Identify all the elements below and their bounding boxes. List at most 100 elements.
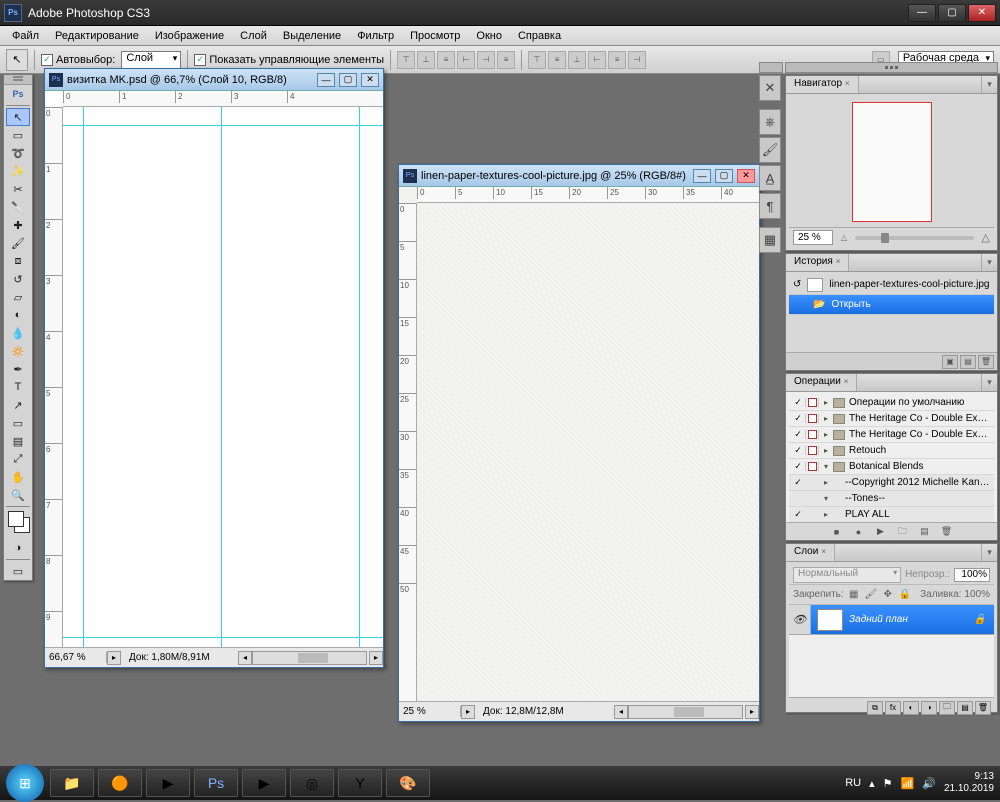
collapsed-panel-icon[interactable]: ⎈ — [759, 109, 781, 135]
distribute-icon[interactable]: ⊤ — [528, 51, 546, 69]
panel-menu-button[interactable]: ▾ — [981, 544, 997, 561]
horizontal-scrollbar[interactable] — [628, 705, 743, 719]
heal-tool[interactable]: ✚ — [6, 216, 30, 234]
new-snapshot-button[interactable]: ▣ — [942, 355, 958, 369]
panel-menu-button[interactable]: ▾ — [981, 254, 997, 271]
status-menu-button[interactable]: ▸ — [107, 651, 121, 665]
doc-minimize-button[interactable]: — — [693, 169, 711, 183]
taskbar-app[interactable]: ▶ — [242, 769, 286, 797]
distribute-icon[interactable]: ⊢ — [588, 51, 606, 69]
doc-close-button[interactable]: ✕ — [361, 73, 379, 87]
blend-mode-dropdown[interactable]: Нормальный — [793, 567, 901, 583]
doc-maximize-button[interactable]: ▢ — [715, 169, 733, 183]
panel-menu-button[interactable]: ▾ — [981, 374, 997, 391]
doc-minimize-button[interactable]: — — [317, 73, 335, 87]
window-close-button[interactable]: ✕ — [968, 4, 996, 22]
marquee-tool[interactable]: ▭ — [6, 126, 30, 144]
autoselect-check[interactable]: ✓Автовыбор: — [41, 54, 115, 66]
eyedropper-tool[interactable]: ⤢ — [6, 450, 30, 468]
actions-tab[interactable]: Операции× — [786, 374, 857, 391]
new-set-button[interactable]: 🗀 — [895, 525, 911, 539]
window-minimize-button[interactable]: — — [908, 4, 936, 22]
distribute-icon[interactable]: ≡ — [548, 51, 566, 69]
dock-grip[interactable] — [785, 62, 998, 73]
navigator-thumbnail[interactable] — [789, 97, 994, 227]
scroll-right[interactable]: ▸ — [369, 651, 383, 665]
crop-tool[interactable]: ✂ — [6, 180, 30, 198]
slice-tool[interactable]: 🔪 — [6, 198, 30, 216]
status-menu-button[interactable]: ▸ — [461, 705, 475, 719]
adjustment-layer-button[interactable]: ◑ — [921, 701, 937, 715]
start-button[interactable]: ⊞ — [6, 764, 44, 802]
window-maximize-button[interactable]: ▢ — [938, 4, 966, 22]
zoom-in-icon[interactable]: △ — [982, 231, 990, 244]
new-document-button[interactable]: ▤ — [960, 355, 976, 369]
align-icon[interactable]: ≡ — [437, 51, 455, 69]
distribute-icon[interactable]: ⊥ — [568, 51, 586, 69]
canvas[interactable] — [417, 203, 759, 701]
align-icon[interactable]: ≡ — [497, 51, 515, 69]
taskbar-vs[interactable]: ▶ — [146, 769, 190, 797]
move-tool[interactable]: ↖ — [6, 108, 30, 126]
panel-menu-button[interactable]: ▾ — [981, 76, 997, 93]
action-row[interactable]: ✓▸The Heritage Co - Double Exposure… — [789, 411, 994, 427]
zoom-tool[interactable]: 🔍 — [6, 486, 30, 504]
history-brush-tool[interactable]: ↺ — [6, 270, 30, 288]
pen-tool[interactable]: ✒ — [6, 360, 30, 378]
align-icon[interactable]: ⊣ — [477, 51, 495, 69]
navigator-zoom-field[interactable]: 25 % — [793, 230, 833, 245]
action-row[interactable]: ✓▸Retouch — [789, 443, 994, 459]
collapsed-panel-icon[interactable]: ✕ — [759, 75, 781, 101]
menu-select[interactable]: Выделение — [275, 28, 349, 44]
align-icon[interactable]: ⊤ — [397, 51, 415, 69]
path-tool[interactable]: ↗ — [6, 396, 30, 414]
color-swatches[interactable] — [4, 509, 32, 539]
notes-tool[interactable]: ▤ — [6, 432, 30, 450]
eraser-tool[interactable]: ▱ — [6, 288, 30, 306]
hand-tool[interactable]: ✋ — [6, 468, 30, 486]
taskbar-clock[interactable]: 9:13 21.10.2019 — [944, 771, 994, 795]
layer-style-button[interactable]: fx — [885, 701, 901, 715]
tray-flag-icon[interactable]: ⚑ — [883, 777, 893, 790]
taskbar-app[interactable]: ◎ — [290, 769, 334, 797]
screenmode-toggle[interactable]: ▭ — [6, 562, 30, 580]
dodge-tool[interactable]: 🔅 — [6, 342, 30, 360]
autoselect-dropdown[interactable]: Слой — [121, 51, 181, 69]
layer-row[interactable]: 👁 Задний план 🔒 — [789, 605, 994, 635]
type-tool[interactable]: T — [6, 378, 30, 396]
action-row[interactable]: ✓▸Операции по умолчанию — [789, 395, 994, 411]
menu-layer[interactable]: Слой — [232, 28, 275, 44]
vertical-ruler[interactable]: 05101520253035404550 — [399, 203, 417, 701]
lock-transparency-icon[interactable]: ▦ — [847, 588, 861, 602]
action-row[interactable]: ✓▸--Copyright 2012 Michelle Kane Pho… — [789, 475, 994, 491]
history-snapshot[interactable]: ↺ linen-paper-textures-cool-picture.jpg — [789, 275, 994, 295]
menu-edit[interactable]: Редактирование — [47, 28, 147, 44]
new-group-button[interactable]: 🗀 — [939, 701, 955, 715]
new-action-button[interactable]: ▤ — [917, 525, 933, 539]
play-button[interactable]: ▶ — [873, 525, 889, 539]
menu-image[interactable]: Изображение — [147, 28, 232, 44]
delete-state-button[interactable]: 🗑 — [978, 355, 994, 369]
action-row[interactable]: ▾--Tones-- — [789, 491, 994, 507]
new-layer-button[interactable]: ▤ — [957, 701, 973, 715]
action-row[interactable]: ✓▾Botanical Blends — [789, 459, 994, 475]
taskbar-yandex[interactable]: Y — [338, 769, 382, 797]
distribute-icon[interactable]: ⊣ — [628, 51, 646, 69]
canvas[interactable] — [63, 107, 383, 647]
show-transform-controls-check[interactable]: ✓Показать управляющие элементы — [194, 54, 384, 66]
fill-input[interactable]: 100% — [964, 589, 990, 600]
horizontal-ruler[interactable]: 01234 — [63, 91, 383, 107]
lock-position-icon[interactable]: ✥ — [881, 588, 895, 602]
menu-view[interactable]: Просмотр — [402, 28, 468, 44]
action-row[interactable]: ✓▸The Heritage Co - Double Exposure… — [789, 427, 994, 443]
layers-tab[interactable]: Слои× — [786, 544, 835, 561]
horizontal-scrollbar[interactable] — [252, 651, 367, 665]
tray-volume-icon[interactable]: 🔊 — [922, 777, 936, 790]
navigator-tab[interactable]: Навигатор× — [786, 76, 859, 93]
wand-tool[interactable]: ✨ — [6, 162, 30, 180]
blur-tool[interactable]: 💧 — [6, 324, 30, 342]
menu-help[interactable]: Справка — [510, 28, 569, 44]
quickmask-toggle[interactable]: ◑ — [6, 539, 30, 557]
layer-thumbnail[interactable] — [817, 609, 843, 631]
menu-filter[interactable]: Фильтр — [349, 28, 402, 44]
